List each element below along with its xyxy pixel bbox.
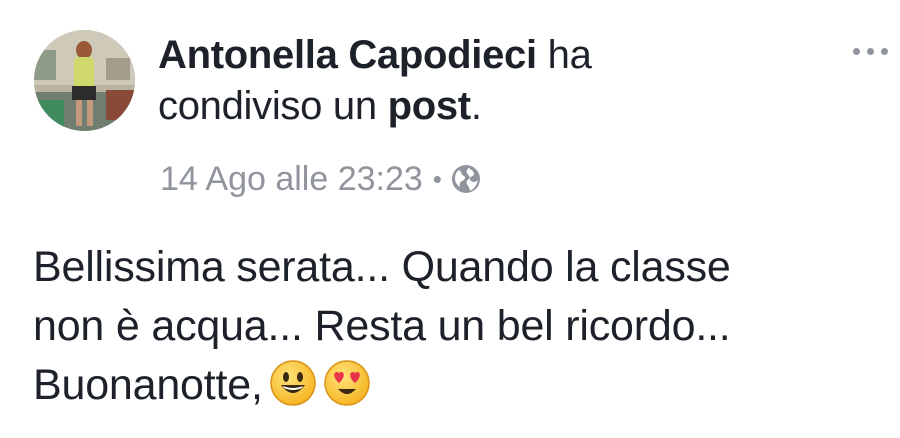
meta-separator: • [432,164,442,194]
heart-eyes-emoji [323,359,371,407]
more-options-icon[interactable] [846,36,896,66]
post-text-line-1: Bellissima serata... Quando la classe [33,243,731,291]
action-text-mid: condiviso un [158,84,377,128]
post-body: Bellissima serata... Quando la classe no… [33,238,883,415]
action-text-end: . [470,84,482,128]
post-timestamp[interactable]: 14 Ago alle 23:23 [160,159,423,199]
post-header: Antonella Capodieci ha condiviso un post… [158,30,798,132]
globe-icon[interactable] [450,163,482,195]
facebook-post: Antonella Capodieci ha condiviso un post… [0,0,900,438]
action-text-pre: ha [547,33,592,77]
author-name[interactable]: Antonella Capodieci [158,33,537,77]
grinning-face-emoji [269,359,317,407]
post-meta: 14 Ago alle 23:23 • [160,159,482,199]
avatar-image [34,30,135,131]
post-text-buonanotte: Buonanotte, [33,361,263,409]
post-text-line-2: non è acqua... Resta un bel ricordo... [33,302,731,350]
shared-post-link[interactable]: post [388,84,472,128]
post-text-line-3: Buonanotte, [33,356,883,415]
avatar[interactable] [34,30,135,131]
